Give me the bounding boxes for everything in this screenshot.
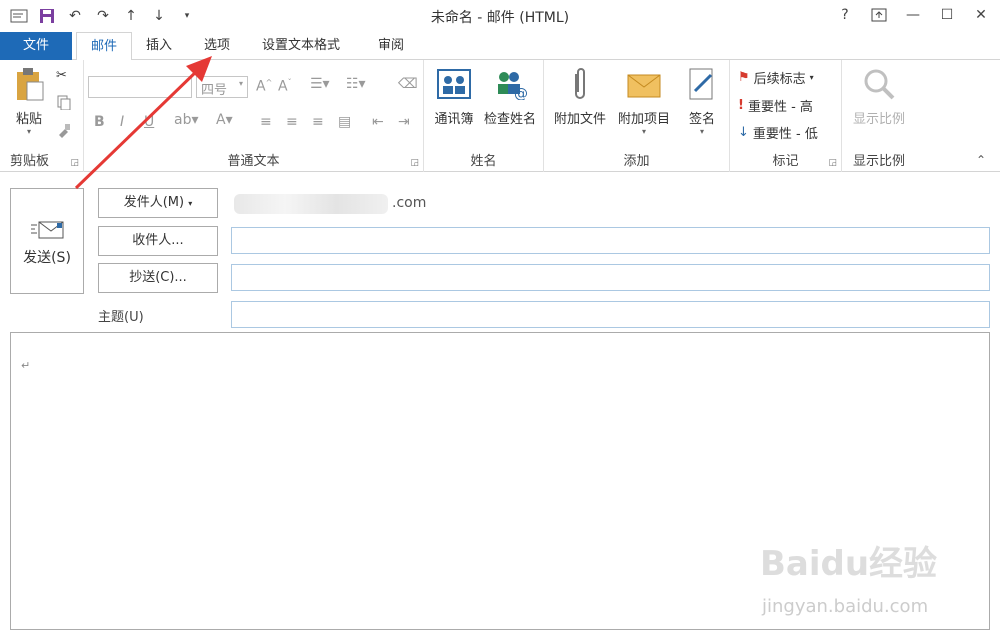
font-size-box[interactable]: 四号 ▾ <box>196 76 248 98</box>
align-left-icon[interactable]: ≡ <box>260 114 272 130</box>
justify-icon[interactable]: ▤ <box>338 114 351 130</box>
bullets-icon[interactable]: ☰▾ <box>310 76 330 92</box>
names-group-label: 姓名 <box>470 154 497 169</box>
check-names-icon: @ <box>492 66 528 102</box>
paperclip-icon <box>562 66 598 102</box>
cut-icon[interactable]: ✂ <box>56 68 67 83</box>
message-body[interactable]: ↵ <box>10 332 990 630</box>
from-button[interactable]: 发件人(M) ▾ <box>98 188 218 218</box>
zoom-group-label: 显示比例 <box>852 154 905 169</box>
signature-icon <box>684 66 720 102</box>
font-name-box[interactable] <box>88 76 192 98</box>
basic-text-group-label: 普通文本 <box>227 154 280 169</box>
tab-message[interactable]: 邮件 <box>76 32 133 61</box>
align-center-icon[interactable]: ≡ <box>286 114 298 130</box>
address-book-button[interactable]: 通讯簿 <box>428 66 480 127</box>
paragraph-mark: ↵ <box>21 359 31 372</box>
watermark-url: jingyan.baidu.com <box>762 596 929 617</box>
include-group-label: 添加 <box>623 154 650 169</box>
numbering-icon[interactable]: ☷▾ <box>346 76 366 92</box>
minimize-icon[interactable]: — <box>900 4 926 26</box>
to-field[interactable] <box>231 227 990 254</box>
send-icon <box>29 219 65 241</box>
align-right-icon[interactable]: ≡ <box>312 114 324 130</box>
zoom-button[interactable]: 显示比例 <box>846 66 912 127</box>
follow-up-button[interactable]: ⚑ 后续标志 ▾ <box>738 68 814 87</box>
cc-field[interactable] <box>231 264 990 291</box>
importance-high-button[interactable]: ! 重要性 - 高 <box>738 96 813 115</box>
down-arrow-icon: ↓ <box>738 125 749 140</box>
maximize-icon[interactable]: ☐ <box>934 4 960 26</box>
group-clipboard: 粘贴 ▾ ✂ 剪贴板 ◲ <box>0 60 84 172</box>
address-book-icon <box>436 66 472 102</box>
send-button[interactable]: 发送(S) <box>10 188 84 294</box>
watermark-logo: Baidu经验 <box>760 544 938 584</box>
importance-low-button[interactable]: ↓ 重要性 - 低 <box>738 123 818 142</box>
exclamation-icon: ! <box>738 98 744 113</box>
envelope-icon <box>626 66 662 102</box>
tags-group-label: 标记 <box>772 154 799 169</box>
shrink-font-icon[interactable]: Aˇ <box>278 78 292 95</box>
group-names: 通讯簿 @ 检查姓名 姓名 <box>424 60 544 172</box>
subject-field[interactable] <box>231 301 990 328</box>
ribbon-display-icon[interactable] <box>866 4 892 26</box>
close-icon[interactable]: ✕ <box>968 4 994 26</box>
tab-insert[interactable]: 插入 <box>132 32 186 60</box>
flag-icon: ⚑ <box>738 70 750 85</box>
ribbon: 粘贴 ▾ ✂ 剪贴板 ◲ 四号 ▾ A^ Aˇ ☰▾ ☷▾ ⌫ B I U ab▾… <box>0 60 1000 172</box>
group-tags: ⚑ 后续标志 ▾ ! 重要性 - 高 ↓ 重要性 - 低 标记 ◲ <box>730 60 842 172</box>
bold-icon[interactable]: B <box>94 114 105 130</box>
clipboard-launcher-icon[interactable]: ◲ <box>70 158 79 168</box>
copy-icon[interactable] <box>56 94 72 110</box>
clear-format-icon[interactable]: ⌫ <box>398 76 418 92</box>
from-address-redacted <box>234 194 388 214</box>
tab-format-text[interactable]: 设置文本格式 <box>248 32 354 60</box>
highlight-icon[interactable]: ab▾ <box>174 112 199 128</box>
tab-file[interactable]: 文件 <box>0 32 72 60</box>
group-include: 附加文件 附加项目 ▾ 签名 ▾ 添加 <box>544 60 730 172</box>
ribbon-tabs: 文件 邮件 插入 选项 设置文本格式 审阅 <box>0 32 1000 61</box>
group-basic-text: 四号 ▾ A^ Aˇ ☰▾ ☷▾ ⌫ B I U ab▾ A▾ ≡ ≡ ≡ ▤ ⇤… <box>84 60 424 172</box>
paste-icon <box>11 66 47 102</box>
collapse-ribbon-icon[interactable]: ⌃ <box>976 153 986 167</box>
grow-font-icon[interactable]: A^ <box>256 78 272 95</box>
underline-icon[interactable]: U <box>144 114 154 130</box>
to-button[interactable]: 收件人... <box>98 226 218 256</box>
help-icon[interactable]: ? <box>832 4 858 26</box>
subject-label: 主题(U) <box>98 310 144 325</box>
svg-text:@: @ <box>514 86 528 100</box>
magnifier-icon <box>861 66 897 102</box>
increase-indent-icon[interactable]: ⇥ <box>398 114 410 130</box>
from-address: .com <box>392 195 427 211</box>
attach-item-button[interactable]: 附加项目 ▾ <box>612 66 676 136</box>
group-zoom: 显示比例 显示比例 <box>842 60 916 172</box>
title-bar: ↶ ↷ ↑ ↓ ▾ 未命名 - 邮件 (HTML) ? — ☐ ✕ <box>0 0 1000 32</box>
font-color-icon[interactable]: A▾ <box>216 112 233 128</box>
italic-icon[interactable]: I <box>120 114 124 130</box>
signature-button[interactable]: 签名 ▾ <box>680 66 724 136</box>
attach-file-button[interactable]: 附加文件 <box>548 66 612 127</box>
paste-button[interactable]: 粘贴 ▾ <box>8 66 50 136</box>
basic-text-launcher-icon[interactable]: ◲ <box>410 158 419 168</box>
check-names-button[interactable]: @ 检查姓名 <box>480 66 540 127</box>
format-painter-icon[interactable] <box>56 122 72 138</box>
cc-button[interactable]: 抄送(C)... <box>98 263 218 293</box>
tags-launcher-icon[interactable]: ◲ <box>828 158 837 168</box>
tab-review[interactable]: 审阅 <box>364 32 418 60</box>
tab-options[interactable]: 选项 <box>190 32 244 60</box>
decrease-indent-icon[interactable]: ⇤ <box>372 114 384 130</box>
